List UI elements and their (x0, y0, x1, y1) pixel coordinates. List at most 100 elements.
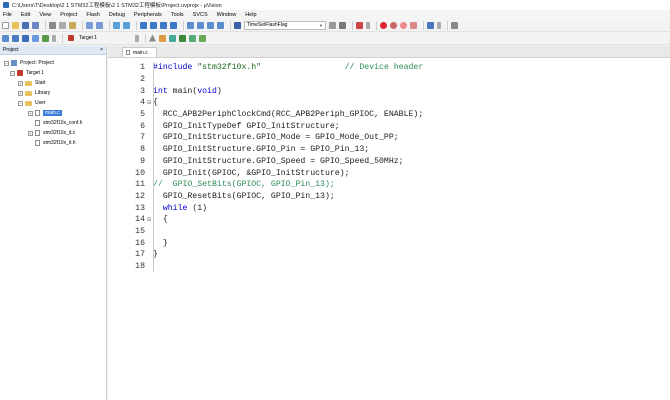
nav-back-icon[interactable] (113, 21, 120, 29)
disable-breakpoint-icon[interactable] (390, 21, 397, 29)
tree-node[interactable]: + Start (0, 78, 106, 88)
download-icon[interactable] (42, 34, 49, 42)
chevron-down-icon[interactable] (135, 34, 139, 42)
nav-forward-icon[interactable] (123, 21, 130, 29)
code-line[interactable]: 10 GPIO_Init(GPIOC, &GPIO_InitStructure)… (108, 167, 670, 179)
chevron-down-icon[interactable] (52, 34, 56, 42)
uncomment-icon[interactable] (217, 21, 224, 29)
code-line[interactable]: 4 ⊟{ (108, 97, 670, 109)
target-combo[interactable]: Target 1 (66, 34, 130, 43)
software-packs-icon[interactable] (199, 34, 206, 42)
options-for-target-icon[interactable] (149, 34, 156, 42)
code-line[interactable]: 12 GPIO_ResetBits(GPIOC, GPIO_Pin_13); (108, 191, 670, 203)
new-file-icon[interactable] (2, 21, 9, 29)
menu-item-edit[interactable]: Edit (21, 12, 30, 18)
menu-item-window[interactable]: Window (217, 12, 237, 18)
configure-tools-icon[interactable] (451, 21, 458, 29)
clear-bookmarks-icon[interactable] (170, 21, 177, 29)
menu-item-peripherals[interactable]: Peripherals (134, 12, 162, 18)
code-line[interactable]: 3 int main(void) (108, 85, 670, 97)
menu-item-tools[interactable]: Tools (171, 12, 184, 18)
code-line[interactable]: 7 GPIO_InitStructure.GPIO_Mode = GPIO_Mo… (108, 132, 670, 144)
menu-item-view[interactable]: View (39, 12, 51, 18)
tree-node[interactable]: + main.c (0, 108, 106, 118)
code-text: GPIO_InitStructure.GPIO_Pin = GPIO_Pin_1… (153, 145, 369, 154)
tree-node[interactable]: + Library (0, 88, 106, 98)
collapse-icon[interactable]: − (18, 100, 23, 106)
code-line[interactable]: 9 GPIO_InitStructure.GPIO_Speed = GPIO_S… (108, 156, 670, 168)
collapse-icon[interactable]: − (10, 70, 15, 76)
code-line[interactable]: 17} (108, 249, 670, 261)
code-line[interactable]: 6 GPIO_InitTypeDef GPIO_InitStructure; (108, 120, 670, 132)
code-line[interactable]: 13 while (1) (108, 202, 670, 214)
replace-icon[interactable] (339, 21, 346, 29)
code-text: #include "stm32f10x.h" // Device header (153, 63, 423, 72)
file-extensions-icon[interactable] (159, 34, 166, 42)
code-line[interactable]: 14 ⊟ { (108, 214, 670, 226)
tree-node-label: main.c (43, 110, 62, 116)
comment-icon[interactable] (207, 21, 214, 29)
cut-icon[interactable] (49, 21, 56, 29)
batch-build-icon[interactable] (32, 34, 39, 42)
fold-toggle-icon[interactable]: ⊟ (145, 99, 153, 106)
window-layout-icon[interactable] (427, 21, 434, 29)
code-line[interactable]: 2 (108, 74, 670, 86)
tree-node[interactable]: stm32f10x_it.h (0, 138, 106, 148)
chevron-down-icon[interactable] (366, 21, 370, 29)
manage-run-time-icon[interactable] (169, 34, 176, 42)
collapse-icon[interactable]: − (4, 60, 9, 66)
save-icon[interactable] (22, 21, 29, 29)
tree-node[interactable]: stm32f10x_conf.h (0, 118, 106, 128)
expand-icon[interactable]: + (28, 110, 33, 116)
pack-installer-icon[interactable] (189, 34, 196, 42)
tree-node[interactable]: − Target 1 (0, 68, 106, 78)
menu-item-debug[interactable]: Debug (109, 12, 125, 18)
tab-main-c[interactable]: main.c (122, 47, 157, 57)
find-icon[interactable] (329, 21, 336, 29)
code-line[interactable]: 5 RCC_APB2PeriphClockCmd(RCC_APB2Periph_… (108, 109, 670, 121)
expand-icon[interactable]: + (18, 80, 23, 86)
close-icon[interactable]: × (100, 47, 103, 53)
debug-start-icon[interactable] (356, 21, 363, 29)
code-line[interactable]: 18 (108, 261, 670, 273)
breakpoint-icon[interactable] (380, 21, 387, 29)
code-line[interactable]: 15 (108, 226, 670, 238)
menu-item-file[interactable]: File (3, 12, 12, 18)
build-icon[interactable] (12, 34, 19, 42)
indent-icon[interactable] (187, 21, 194, 29)
find-in-files-icon[interactable] (234, 21, 241, 29)
redo-icon[interactable] (96, 21, 103, 29)
chevron-down-icon[interactable] (437, 21, 441, 29)
code-line[interactable]: 11 // GPIO_SetBits(GPIOC, GPIO_Pin_13); (108, 179, 670, 191)
menu-item-project[interactable]: Project (60, 12, 77, 18)
expand-icon[interactable]: + (28, 130, 33, 136)
rebuild-icon[interactable] (22, 34, 29, 42)
code-editor[interactable]: 1 #include "stm32f10x.h" // Device header… (108, 58, 670, 272)
select-packs-icon[interactable] (179, 34, 186, 42)
find-combo[interactable]: TimeSetFlashFlag ▼ (244, 20, 326, 30)
tree-node[interactable]: − User (0, 98, 106, 108)
tree-node[interactable]: − Project: Project (0, 58, 106, 68)
menu-item-flash[interactable]: Flash (86, 12, 99, 18)
paste-icon[interactable] (69, 21, 76, 29)
fold-toggle-icon[interactable]: ⊟ (145, 216, 153, 223)
tree-node[interactable]: + stm32f10x_it.c (0, 128, 106, 138)
menu-item-svcs[interactable]: SVCS (193, 12, 208, 18)
menu-item-help[interactable]: Help (245, 12, 256, 18)
translate-icon[interactable] (2, 34, 9, 42)
prev-bookmark-icon[interactable] (150, 21, 157, 29)
code-line[interactable]: 8 GPIO_InitStructure.GPIO_Pin = GPIO_Pin… (108, 144, 670, 156)
undo-icon[interactable] (86, 21, 93, 29)
save-all-icon[interactable] (32, 21, 39, 29)
expand-icon[interactable]: + (18, 90, 23, 96)
unindent-icon[interactable] (197, 21, 204, 29)
code-line[interactable]: 1 #include "stm32f10x.h" // Device header (108, 62, 670, 74)
clear-breakpoints-icon[interactable] (410, 21, 417, 29)
next-bookmark-icon[interactable] (160, 21, 167, 29)
project-panel-title: Project (3, 47, 19, 53)
bookmark-icon[interactable] (140, 21, 147, 29)
copy-icon[interactable] (59, 21, 66, 29)
open-folder-icon[interactable] (12, 21, 19, 29)
code-line[interactable]: 16 } (108, 237, 670, 249)
kill-breakpoints-icon[interactable] (400, 21, 407, 29)
